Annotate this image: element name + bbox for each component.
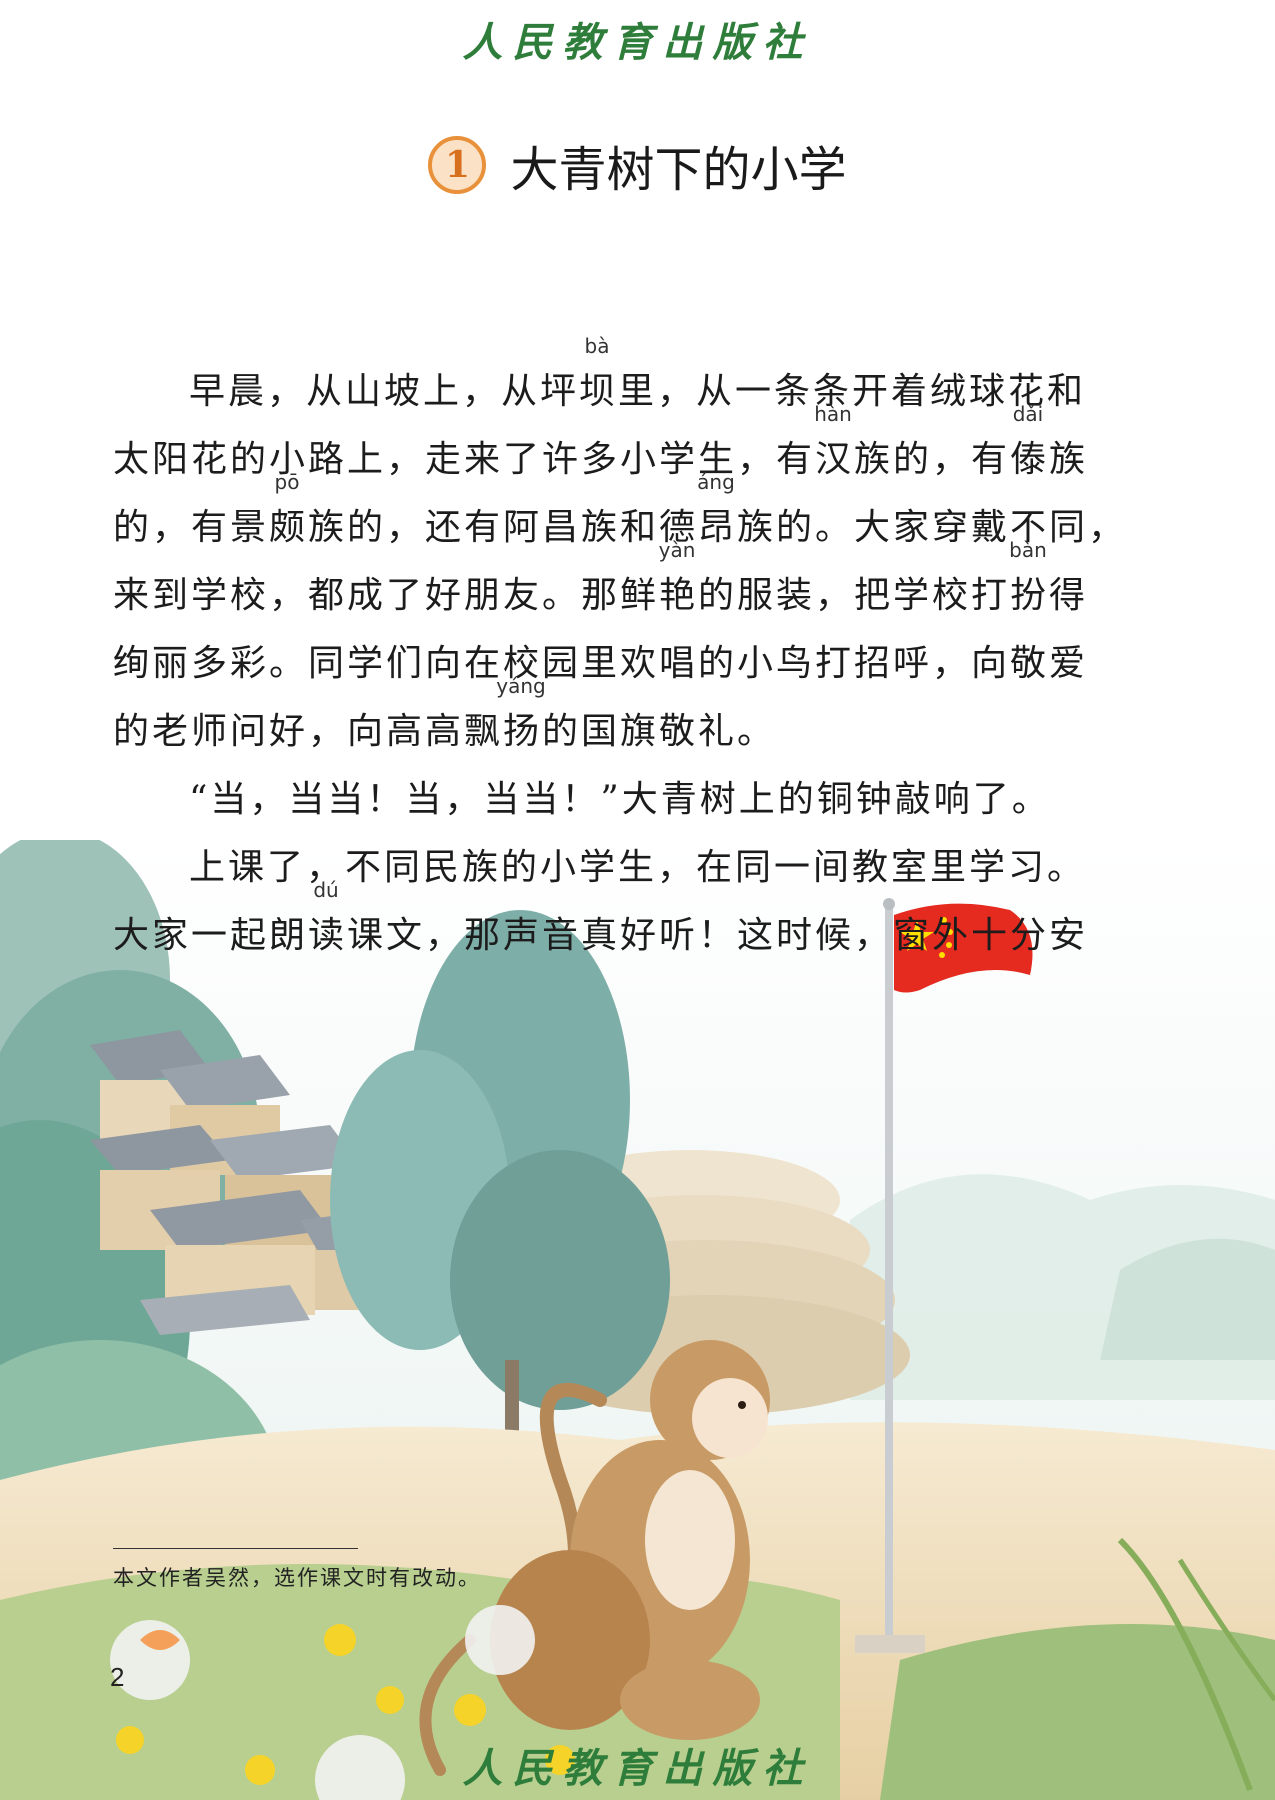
lesson-body-text: 早晨，从山坡上，从坪坝里，从一条条开着绒球花和 bà 太阳花的小路上，走来了许多小学… [113,336,1124,970]
pinyin-annotation: yáng [496,674,546,698]
body-line-text: 早晨，从山坡上，从坪坝里，从一条条开着绒球花和 [189,371,1087,412]
pinyin-annotation: pō [274,470,300,494]
body-line: 上课了，不同民族的小学生，在同一间教室里学习。 [113,834,1113,902]
pinyin-annotation: dú [313,878,339,902]
footnote-divider [113,1548,358,1549]
lesson-illustration [0,840,1275,1800]
body-line: 来到学校，都成了好朋友。那鲜艳的服装，把学校打扮得 yàn bàn [113,540,1113,630]
pinyin-annotation: yàn [658,538,696,562]
body-line: 绚丽多彩。同学们向在校园里欢唱的小鸟打招呼，向敬爱 [113,630,1113,698]
body-line-text: 的老师问好，向高高飘扬的国旗敬礼。 [113,711,777,752]
pinyin-annotation: bàn [1009,538,1047,562]
pinyin-annotation: dǎi [1012,402,1044,426]
body-line: “当，当当！当，当当！”大青树上的铜钟敲响了。 [113,766,1113,834]
body-line: 太阳花的小路上，走来了许多小学生，有汉族的，有傣族 hàn dǎi [113,404,1113,494]
body-line: 的老师问好，向高高飘扬的国旗敬礼。 yáng [113,676,1113,766]
body-line-text: 大家一起朗读课文，那声音真好听！这时候，窗外十分安 [113,915,1089,956]
page-number: 2 [110,1662,125,1692]
body-line-text: 来到学校，都成了好朋友。那鲜艳的服装，把学校打扮得 [113,575,1089,616]
body-line: 早晨，从山坡上，从坪坝里，从一条条开着绒球花和 bà [113,336,1113,426]
body-line-text: 绚丽多彩。同学们向在校园里欢唱的小鸟打招呼，向敬爱 [113,643,1089,684]
footnote: 本文作者吴然，选作课文时有改动。 [113,1566,481,1590]
publisher-header: 人民教育出版社 [462,19,813,66]
body-line-text: 太阳花的小路上，走来了许多小学生，有汉族的，有傣族 [113,439,1089,480]
pinyin-annotation: bà [584,334,610,358]
lesson-title: 大青树下的小学 [510,142,847,198]
publisher-footer: 人民教育出版社 [462,1745,813,1792]
body-line: 大家一起朗读课文，那声音真好听！这时候，窗外十分安 dú [113,880,1113,970]
lesson-number-badge: 1 [428,136,487,194]
pinyin-annotation: hàn [814,402,852,426]
lesson-heading: 1 大青树下的小学 [0,130,1275,200]
body-line: 的，有景颇族的，还有阿昌族和德昂族的。大家穿戴不同， pō áng [113,472,1124,562]
body-line-text: “当，当当！当，当当！”大青树上的铜钟敲响了。 [189,779,1051,820]
body-line-text: 的，有景颇族的，还有阿昌族和德昂族的。大家穿戴不同， [113,507,1128,548]
pinyin-annotation: áng [697,470,735,494]
